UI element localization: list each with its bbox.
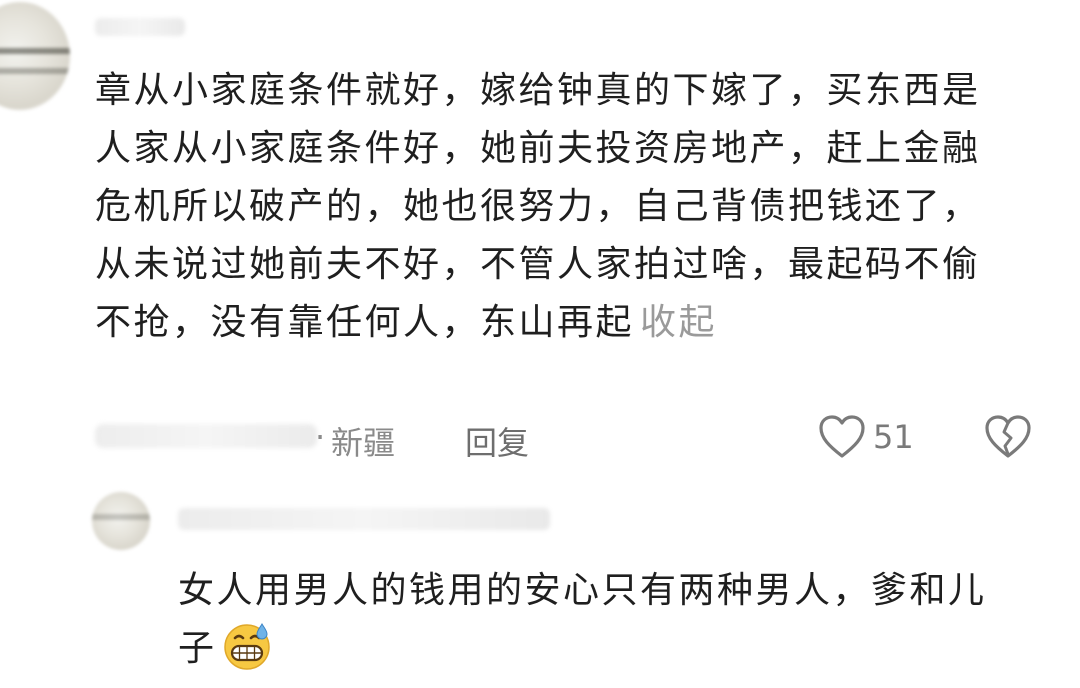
- reply-text: 女人用男人的钱用的安心只有两种男人，爹和儿子: [178, 570, 987, 669]
- reply-avatar[interactable]: [92, 492, 150, 550]
- like-count: 51: [873, 418, 914, 456]
- comment-date-blurred: [95, 424, 317, 448]
- reply-button[interactable]: 回复: [465, 418, 529, 464]
- comment-text: 章从小家庭条件就好，嫁给钟真的下嫁了，买东西是人家从小家庭条件好，她前夫投资房地…: [95, 70, 981, 343]
- grinning-sweat-emoji-icon: [223, 623, 270, 670]
- comment-meta-row: · 新疆 回复 51: [95, 410, 1035, 466]
- heart-outline-icon[interactable]: [817, 414, 867, 460]
- broken-heart-icon[interactable]: [983, 414, 1033, 460]
- comment-location: 新疆: [331, 424, 396, 462]
- commenter-name-blurred[interactable]: [95, 18, 185, 36]
- collapse-link[interactable]: 收起: [640, 302, 717, 343]
- reply-username-blurred[interactable]: [178, 508, 550, 530]
- commenter-avatar[interactable]: [0, 2, 70, 110]
- meta-separator: ·: [315, 418, 326, 456]
- comment-body: 章从小家庭条件就好，嫁给钟真的下嫁了，买东西是人家从小家庭条件好，她前夫投资房地…: [95, 62, 1015, 352]
- reply-body: 女人用男人的钱用的安心只有两种男人，爹和儿子: [178, 562, 1018, 678]
